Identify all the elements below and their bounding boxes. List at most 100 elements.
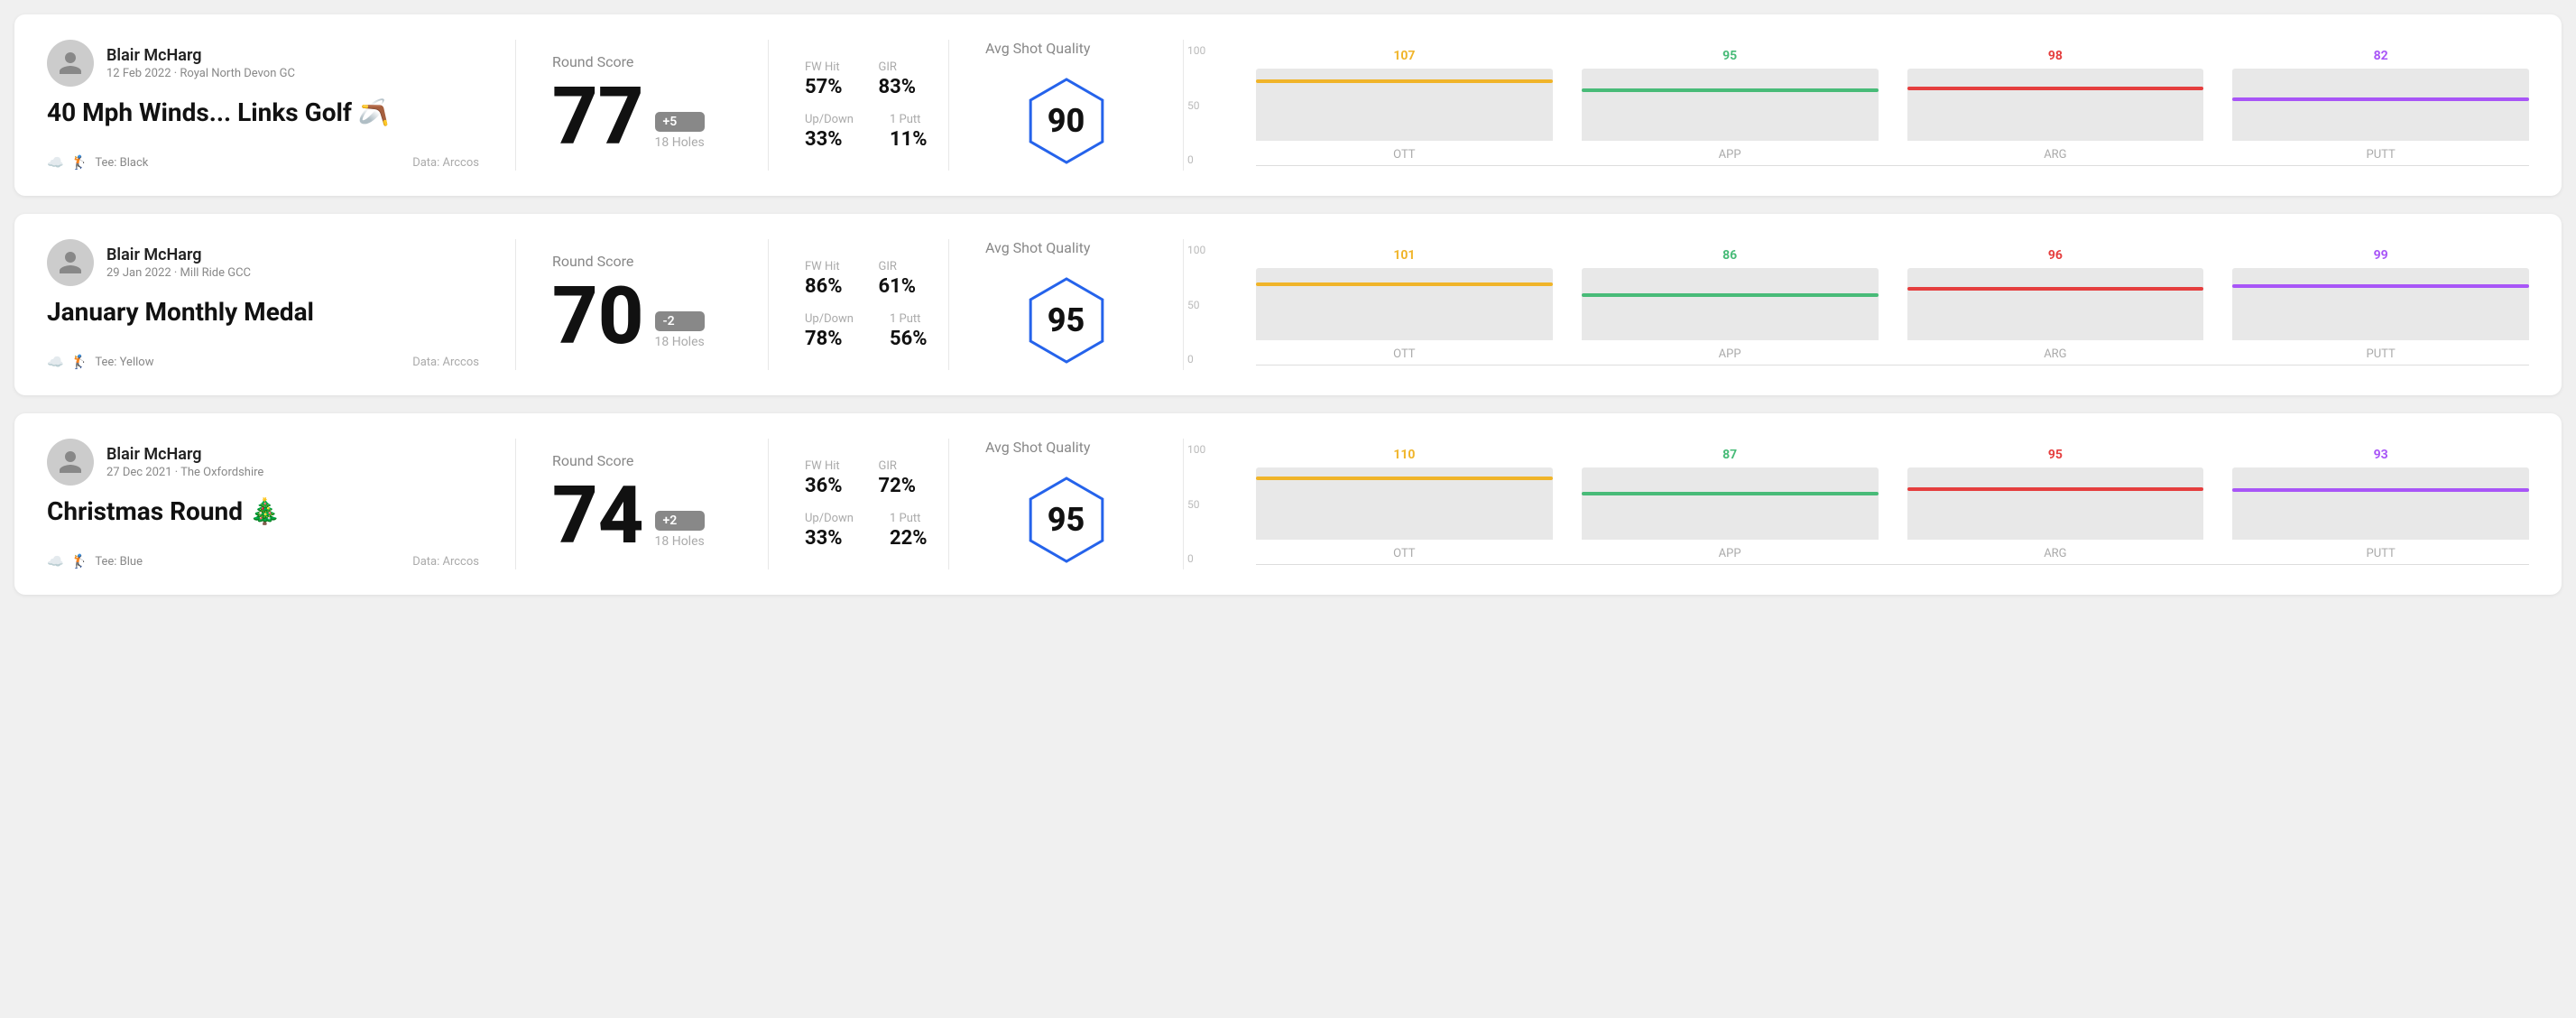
user-meta: 29 Jan 2022 · Mill Ride GCC	[106, 266, 251, 280]
holes-text: 18 Holes	[655, 335, 705, 349]
data-source: Data: Arccos	[412, 356, 479, 369]
user-name: Blair McHarg	[106, 445, 263, 464]
quality-section: Avg Shot Quality 90	[949, 40, 1184, 171]
bar-label: OTT	[1393, 547, 1415, 560]
bar-group-app: 95 APP	[1582, 49, 1879, 162]
bar-group-ott: 101 OTT	[1256, 248, 1553, 361]
bar-value: 86	[1722, 248, 1737, 263]
score-diff-badge: +2	[655, 511, 705, 531]
fw-hit-value: 86%	[805, 275, 843, 298]
chart-axis-line	[1256, 165, 2529, 166]
bar-label: PUTT	[2367, 547, 2396, 560]
user-name: Blair McHarg	[106, 46, 295, 65]
bar-wrapper	[2232, 268, 2529, 340]
y-label-50: 50	[1187, 498, 1205, 511]
bottom-row: ☁️ 🏌️ Tee: Blue Data: Arccos	[47, 553, 479, 569]
left-section: Blair McHarg 27 Dec 2021 · The Oxfordshi…	[47, 439, 516, 569]
one-putt-stat: 1 Putt 56%	[890, 312, 928, 350]
one-putt-value: 22%	[890, 527, 928, 550]
bar-group-arg: 98 ARG	[1907, 49, 2204, 162]
y-label-0: 0	[1187, 353, 1205, 366]
stats-section: FW Hit 57% GIR 83% Up/Down 33% 1 Putt	[769, 40, 949, 171]
score-number: 77	[552, 78, 644, 157]
y-label-0: 0	[1187, 153, 1205, 166]
bar-wrapper	[1256, 69, 1553, 141]
bag-icon: 🏌️	[71, 354, 88, 370]
round-title: January Monthly Medal	[47, 297, 479, 328]
bar-value: 107	[1393, 49, 1415, 63]
score-main: 77 +5 18 Holes	[552, 78, 732, 157]
holes-text: 18 Holes	[655, 534, 705, 549]
user-name: Blair McHarg	[106, 245, 251, 264]
bar-group-ott: 107 OTT	[1256, 49, 1553, 162]
score-badge-holes: +5 18 Holes	[655, 112, 705, 150]
bottom-row: ☁️ 🏌️ Tee: Black Data: Arccos	[47, 154, 479, 171]
user-row: Blair McHarg 27 Dec 2021 · The Oxfordshi…	[47, 439, 479, 486]
chart-wrapper: 100 50 0 101 OTT 86	[1220, 244, 2529, 366]
up-down-stat: Up/Down 33%	[805, 113, 854, 151]
up-down-label: Up/Down	[805, 512, 854, 525]
bottom-row: ☁️ 🏌️ Tee: Yellow Data: Arccos	[47, 354, 479, 370]
score-diff-badge: +5	[655, 112, 705, 132]
gir-value: 83%	[879, 76, 917, 98]
bar-value: 95	[1722, 49, 1737, 63]
user-info: Blair McHarg 12 Feb 2022 · Royal North D…	[106, 46, 295, 80]
tee-label: Tee: Black	[95, 156, 148, 170]
chart-axis-line	[1256, 564, 2529, 565]
bar-value: 98	[2048, 49, 2063, 63]
left-section: Blair McHarg 12 Feb 2022 · Royal North D…	[47, 40, 516, 171]
chart-wrapper: 100 50 0 107 OTT 95	[1220, 44, 2529, 166]
user-row: Blair McHarg 29 Jan 2022 · Mill Ride GCC	[47, 239, 479, 286]
quality-section: Avg Shot Quality 95	[949, 439, 1184, 569]
score-section: Round Score 74 +2 18 Holes	[516, 439, 769, 569]
user-meta: 12 Feb 2022 · Royal North Devon GC	[106, 67, 295, 80]
bar-label: OTT	[1393, 347, 1415, 361]
stats-row-top: FW Hit 57% GIR 83%	[805, 60, 912, 98]
bar-label: APP	[1719, 347, 1741, 361]
y-label-100: 100	[1187, 44, 1205, 57]
gir-stat: GIR 61%	[879, 260, 917, 298]
score-badge-holes: +2 18 Holes	[655, 511, 705, 549]
gir-value: 61%	[879, 275, 917, 298]
fw-hit-label: FW Hit	[805, 459, 843, 473]
user-meta: 27 Dec 2021 · The Oxfordshire	[106, 466, 263, 479]
bar-group-ott: 110 OTT	[1256, 448, 1553, 560]
fw-hit-value: 57%	[805, 76, 843, 98]
chart-section: 100 50 0 101 OTT 86	[1184, 239, 2529, 370]
tee-info: ☁️ 🏌️ Tee: Black	[47, 154, 148, 171]
up-down-stat: Up/Down 33%	[805, 512, 854, 550]
weather-icon: ☁️	[47, 354, 64, 370]
up-down-label: Up/Down	[805, 113, 854, 126]
stats-row-bottom: Up/Down 33% 1 Putt 11%	[805, 113, 912, 151]
quality-section: Avg Shot Quality 95	[949, 239, 1184, 370]
bar-group-arg: 95 ARG	[1907, 448, 2204, 560]
holes-text: 18 Holes	[655, 135, 705, 150]
chart-y-labels: 100 50 0	[1187, 44, 1205, 166]
bar-wrapper	[1907, 268, 2204, 340]
weather-icon: ☁️	[47, 154, 64, 171]
bar-group-putt: 93 PUTT	[2232, 448, 2529, 560]
gir-label: GIR	[879, 60, 917, 74]
y-label-50: 50	[1187, 99, 1205, 112]
score-badge-holes: -2 18 Holes	[655, 311, 705, 349]
up-down-value: 33%	[805, 527, 854, 550]
up-down-value: 33%	[805, 128, 854, 151]
tee-info: ☁️ 🏌️ Tee: Yellow	[47, 354, 153, 370]
bar-value: 101	[1393, 248, 1415, 263]
gir-stat: GIR 72%	[879, 459, 917, 497]
bar-value: 99	[2374, 248, 2388, 263]
bar-group-putt: 99 PUTT	[2232, 248, 2529, 361]
avatar	[47, 40, 94, 87]
data-source: Data: Arccos	[412, 555, 479, 569]
left-section: Blair McHarg 29 Jan 2022 · Mill Ride GCC…	[47, 239, 516, 370]
score-diff-badge: -2	[655, 311, 705, 331]
fw-hit-value: 36%	[805, 475, 843, 497]
bar-value: 82	[2374, 49, 2388, 63]
avatar	[47, 439, 94, 486]
stats-section: FW Hit 86% GIR 61% Up/Down 78% 1 Putt	[769, 239, 949, 370]
fw-hit-stat: FW Hit 36%	[805, 459, 843, 497]
bar-wrapper	[1256, 467, 1553, 540]
round-title: 40 Mph Winds... Links Golf 🪃	[47, 97, 479, 128]
bar-value: 96	[2048, 248, 2063, 263]
round-title: Christmas Round 🎄	[47, 496, 479, 527]
